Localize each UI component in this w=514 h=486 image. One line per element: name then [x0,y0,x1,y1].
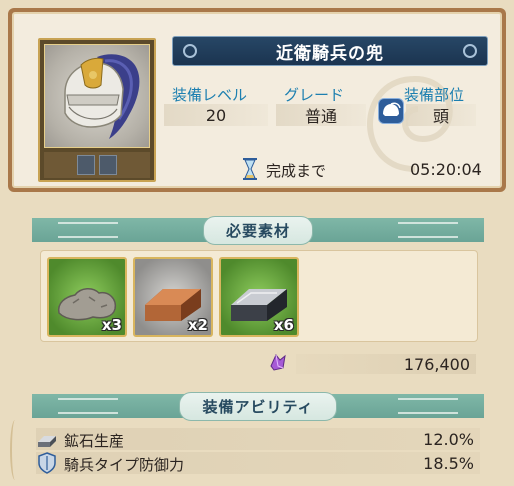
level-value: 20 [205,105,227,125]
shield-icon [38,452,56,474]
slot-value-bar: 頭 [406,104,476,126]
gem-slot [99,155,117,175]
item-info-card: 近衛騎兵の兜 装備レベル 20 グレード 普通 装備部位 頭 完成まで 05:2… [8,8,506,192]
gem-slot [77,155,95,175]
banner-ornament-icon [463,44,477,58]
helmet-icon [378,98,404,124]
banner-ornament-icon [183,44,197,58]
materials-header: 必要素材 [32,215,484,245]
ability-value: 18.5% [423,454,474,473]
material-count: x2 [187,316,208,334]
grade-value-bar: 普通 [276,104,366,126]
material-count: x6 [273,316,294,334]
purple-gem-icon [270,354,286,371]
material-copper-ingot[interactable]: x2 [133,257,213,337]
slot-value: 頭 [432,107,449,126]
portrait-slot-bar [44,152,150,178]
abilities-header: 装備アビリティ [32,391,484,421]
item-name: 近衛騎兵の兜 [276,43,384,64]
level-label: 装備レベル [172,86,248,104]
hourglass-icon [243,158,257,180]
cost-value: 176,400 [403,355,470,374]
material-iron-ingot[interactable]: x6 [219,257,299,337]
item-info-inner: 近衛騎兵の兜 装備レベル 20 グレード 普通 装備部位 頭 完成まで 05:2… [12,12,502,188]
header-ornament-icon [58,398,118,414]
material-ore-rock[interactable]: x3 [47,257,127,337]
ability-label: 騎兵タイプ防御力 [64,456,185,474]
timer-value: 05:20:04 [410,160,482,179]
ore-ingot-icon [38,436,56,447]
item-title-banner: 近衛騎兵の兜 [172,36,488,66]
materials-list: x3 x2 x6 [40,250,478,342]
header-ornament-icon [398,398,458,414]
item-portrait[interactable] [38,38,156,182]
level-value-bar: 20 [164,104,268,126]
ability-value: 12.0% [423,430,474,449]
slot-label: 装備部位 [404,86,465,104]
grade-label: グレード [284,86,345,104]
timer-label: 完成まで [266,162,327,180]
abilities-title: 装備アビリティ [179,391,337,421]
helmet-with-plume-icon [44,44,150,148]
header-ornament-icon [398,222,458,238]
materials-title: 必要素材 [202,215,313,245]
grade-value: 普通 [304,107,337,126]
ability-label: 鉱石生産 [64,432,125,450]
header-ornament-icon [58,222,118,238]
material-count: x3 [101,316,122,334]
decorative-scroll-icon [10,420,20,480]
